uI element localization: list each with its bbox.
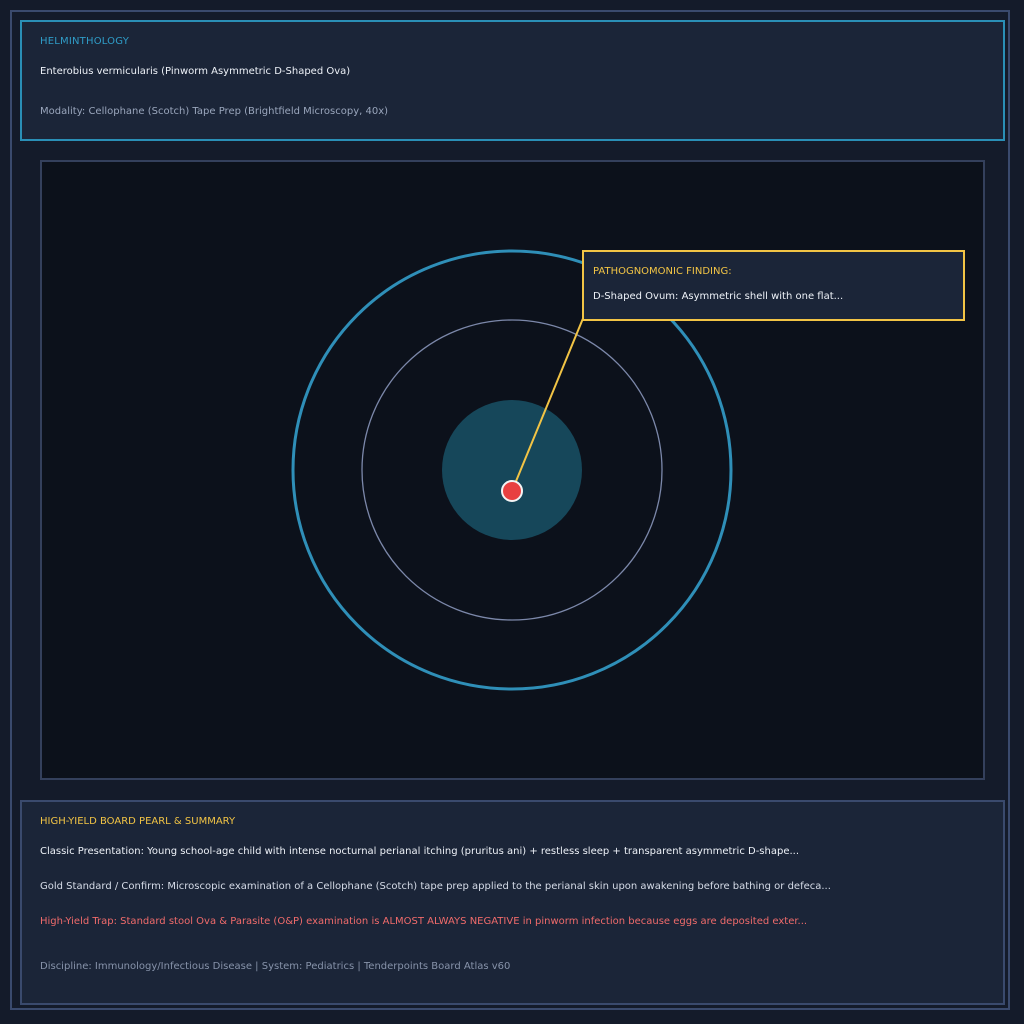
high-yield-trap: High-Yield Trap: Standard stool Ova & Pa…	[40, 916, 808, 927]
board-pearl-panel: HIGH-YIELD BOARD PEARL & SUMMARY Classic…	[20, 800, 1005, 1005]
callout-text: D-Shaped Ovum: Asymmetric shell with one…	[593, 291, 844, 302]
larva-core	[442, 400, 582, 540]
classic-presentation: Classic Presentation: Young school-age c…	[40, 846, 800, 857]
callout-heading: PATHOGNOMONIC FINDING:	[593, 266, 732, 277]
gold-standard: Gold Standard / Confirm: Microscopic exa…	[40, 881, 831, 892]
finding-marker[interactable]	[501, 480, 523, 502]
pearl-heading: HIGH-YIELD BOARD PEARL & SUMMARY	[40, 816, 236, 827]
discipline-footer: Discipline: Immunology/Infectious Diseas…	[40, 961, 511, 972]
pathognomonic-callout: PATHOGNOMONIC FINDING: D-Shaped Ovum: As…	[582, 250, 965, 321]
